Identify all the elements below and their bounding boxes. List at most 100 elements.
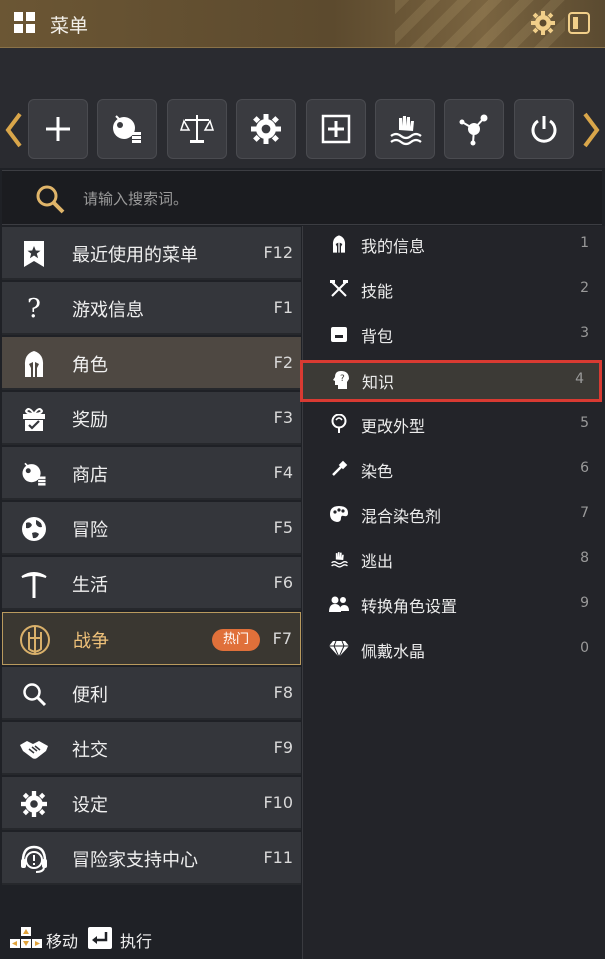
menu-item-social[interactable]: 社交 F9	[2, 722, 301, 775]
menu-item-label: 冒险家支持中心	[72, 850, 198, 871]
submenu-item-label: 我的信息	[361, 237, 426, 256]
crystal-icon	[328, 638, 350, 660]
quick-escape-button[interactable]	[375, 99, 435, 159]
menu-item-rewards[interactable]: 奖励 F3	[2, 392, 301, 445]
crossed-tools-icon	[328, 278, 350, 300]
menu-item-shortcut: F9	[273, 738, 293, 757]
network-node-icon	[459, 114, 488, 146]
submenu-item-shortcut: 3	[580, 325, 589, 341]
shop-icon	[113, 115, 141, 143]
swap-character-icon	[328, 593, 350, 615]
submenu-item-my-info[interactable]: 我的信息 1	[302, 225, 604, 263]
menu-header: 菜单	[0, 0, 605, 48]
svg-text:?: ?	[340, 374, 345, 384]
menu-item-shortcut: F6	[273, 573, 293, 592]
enter-key-icon	[88, 927, 112, 949]
menu-item-label: 社交	[72, 740, 108, 761]
menu-item-label: 奖励	[72, 410, 108, 431]
menu-item-support[interactable]: 冒险家支持中心 F11	[2, 832, 301, 885]
menu-item-life[interactable]: 生活 F6	[2, 557, 301, 610]
handshake-icon	[18, 734, 50, 764]
mirror-icon	[328, 413, 350, 435]
question-icon: ?	[27, 294, 41, 324]
menu-item-convenience[interactable]: 便利 F8	[2, 667, 301, 720]
helmet-icon	[18, 349, 50, 379]
menu-item-shortcut: F5	[273, 518, 293, 537]
quick-balance-button[interactable]	[167, 99, 227, 159]
menu-item-shop[interactable]: 商店 F4	[2, 447, 301, 500]
menu-item-shortcut: F11	[263, 848, 293, 867]
submenu-item-escape[interactable]: 逃出 8	[302, 540, 604, 578]
menu-item-settings[interactable]: 设定 F10	[2, 777, 301, 830]
power-icon	[531, 116, 557, 143]
quick-settings-button[interactable]	[236, 99, 296, 159]
search-bar[interactable]: 请输入搜索词。	[2, 170, 602, 225]
gift-icon	[18, 404, 50, 434]
war-shield-icon	[19, 625, 51, 655]
menu-item-label: 游戏信息	[72, 300, 144, 321]
menu-item-recent[interactable]: 最近使用的菜单 F12	[2, 227, 301, 280]
menu-item-label: 最近使用的菜单	[72, 245, 198, 266]
gear-icon[interactable]	[531, 11, 555, 35]
panel-toggle-icon[interactable]	[568, 12, 590, 34]
menu-item-game-info[interactable]: ? 游戏信息 F1	[2, 282, 301, 335]
menu-item-shortcut: F10	[263, 793, 293, 812]
bookmark-star-icon	[18, 239, 50, 269]
quick-inventory-button[interactable]	[306, 99, 366, 159]
submenu-item-bag[interactable]: 背包 3	[302, 315, 604, 353]
palette-icon	[328, 503, 350, 525]
arrow-keys-icon	[10, 927, 42, 948]
submenu-item-label: 背包	[361, 327, 394, 346]
menu-item-label: 便利	[72, 685, 108, 706]
submenu-item-crystal[interactable]: 佩戴水晶 0	[302, 630, 604, 668]
quick-add-button[interactable]	[28, 99, 88, 159]
quick-shop-button[interactable]	[97, 99, 157, 159]
scale-icon	[180, 115, 214, 143]
submenu-item-label: 佩戴水晶	[361, 642, 426, 661]
grid-icon[interactable]	[14, 12, 36, 34]
globe-icon	[18, 514, 50, 544]
submenu-item-change-appearance[interactable]: 更改外型 5	[302, 405, 604, 443]
pickaxe-icon	[18, 569, 50, 599]
menu-item-shortcut: F1	[273, 298, 293, 317]
submenu-item-shortcut: 4	[575, 371, 584, 387]
menu-item-label: 商店	[72, 465, 108, 486]
scroll-left-arrow-icon[interactable]	[4, 112, 24, 148]
menu-item-character[interactable]: 角色 F2	[2, 337, 301, 390]
hot-badge: 热门	[212, 629, 260, 651]
menu-item-war[interactable]: 战争 热门 F7	[2, 612, 301, 665]
menu-item-shortcut: F2	[273, 353, 293, 372]
submenu-item-label: 转换角色设置	[361, 597, 458, 616]
scroll-right-arrow-icon[interactable]	[581, 112, 601, 148]
quick-power-button[interactable]	[514, 99, 574, 159]
submenu-item-label: 知识	[362, 373, 395, 392]
bag-icon	[328, 323, 350, 345]
submenu-item-knowledge[interactable]: ? 知识 4	[300, 360, 602, 402]
menu-item-shortcut: F7	[272, 629, 292, 648]
submenu-item-shortcut: 0	[580, 640, 589, 656]
quick-network-button[interactable]	[444, 99, 504, 159]
helmet-icon	[328, 233, 350, 255]
search-input[interactable]: 请输入搜索词。	[83, 188, 188, 209]
head-knowledge-icon: ?	[330, 369, 352, 391]
menu-item-adventure[interactable]: 冒险 F5	[2, 502, 301, 555]
submenu-item-label: 技能	[361, 282, 394, 301]
menu-item-label: 角色	[72, 355, 108, 376]
submenu-item-skills[interactable]: 技能 2	[302, 270, 604, 308]
submenu-item-label: 逃出	[361, 552, 394, 571]
inventory-add-icon	[321, 114, 351, 144]
submenu-item-shortcut: 8	[580, 550, 589, 566]
shop-icon	[18, 459, 50, 489]
menu-item-shortcut: F3	[273, 408, 293, 427]
search-icon	[18, 679, 50, 709]
submenu-item-mix-dye[interactable]: 混合染色剂 7	[302, 495, 604, 533]
submenu-item-dye[interactable]: 染色 6	[302, 450, 604, 488]
menu-item-label: 生活	[72, 575, 108, 596]
brush-icon	[328, 458, 350, 480]
submenu-item-switch-character[interactable]: 转换角色设置 9	[302, 585, 604, 623]
submenu-item-shortcut: 2	[580, 280, 589, 296]
submenu-item-shortcut: 9	[580, 595, 589, 611]
escape-icon	[328, 548, 350, 570]
execute-hint-label: 执行	[120, 932, 153, 951]
add-icon	[46, 117, 70, 141]
